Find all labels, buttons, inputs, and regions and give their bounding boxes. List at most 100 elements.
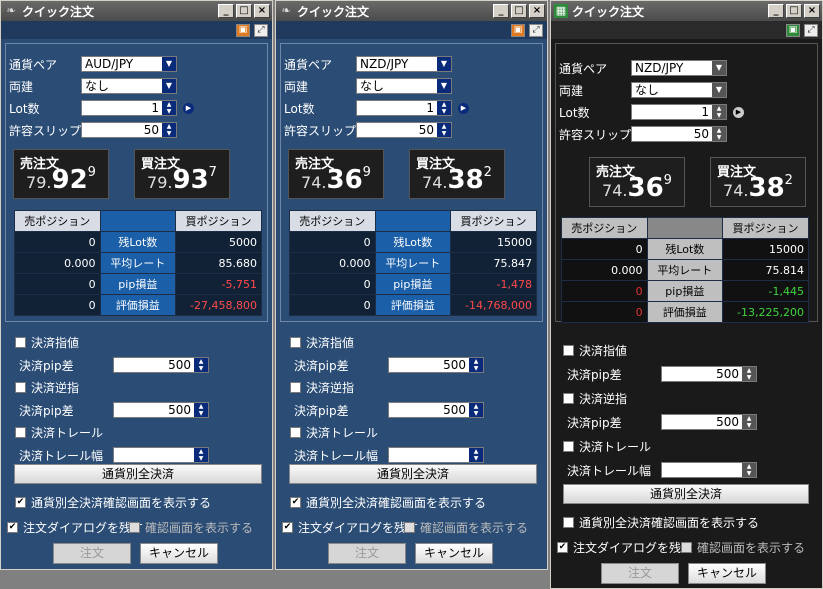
buy-order-button[interactable]: 買注文 79.937	[134, 149, 230, 199]
spinner-arrows-icon[interactable]: ▲ ▼	[194, 358, 208, 372]
dropdown-arrow-icon[interactable]: ▼	[437, 57, 451, 71]
trail-width-stepper[interactable]: ▲ ▼	[388, 447, 484, 463]
checkbox-box[interactable]	[404, 521, 415, 533]
spinner-arrows-icon[interactable]: ▲ ▼	[742, 367, 756, 381]
close-button[interactable]: ×	[804, 4, 820, 18]
play-icon[interactable]: ▶	[458, 102, 469, 114]
title-bar[interactable]: ❧ クイック注文 _ □ ×	[1, 1, 272, 21]
slippage-stepper[interactable]: 50 ▲ ▼	[631, 126, 727, 142]
checkbox-box[interactable]	[681, 541, 692, 553]
show-confirm-checkbox[interactable]: 確認画面を表示する	[681, 539, 805, 555]
checkbox-box[interactable]: ✔	[557, 541, 568, 553]
order-button[interactable]: 注文	[601, 563, 679, 584]
expand-icon[interactable]: ⤢	[529, 23, 543, 37]
buy-order-button[interactable]: 買注文 74.382	[710, 157, 806, 207]
stop-pip-stepper[interactable]: 500 ▲ ▼	[661, 414, 757, 430]
limit-order-checkbox[interactable]: 決済指値	[563, 342, 627, 358]
spinner-arrows-icon[interactable]: ▲ ▼	[712, 127, 726, 141]
checkbox-box[interactable]	[290, 426, 301, 438]
checkbox-box[interactable]	[129, 521, 140, 533]
slippage-stepper[interactable]: 50 ▲ ▼	[81, 122, 177, 138]
stop-order-checkbox[interactable]: 決済逆指	[15, 379, 79, 395]
show-closeall-confirm-checkbox[interactable]: 通貨別全決済確認画面を表示する	[563, 514, 759, 530]
trailing-stop-checkbox[interactable]: 決済トレール	[563, 438, 651, 454]
checkbox-box[interactable]	[15, 426, 26, 438]
expand-icon[interactable]: ⤢	[254, 23, 268, 37]
cancel-button[interactable]: キャンセル	[688, 563, 766, 584]
hedge-select[interactable]: なし ▼	[631, 82, 727, 98]
keep-dialog-checkbox[interactable]: ✔ 注文ダイアログを残す	[557, 539, 693, 555]
stop-pip-stepper[interactable]: 500 ▲ ▼	[113, 402, 209, 418]
checkbox-box[interactable]	[563, 516, 574, 528]
checkbox-box[interactable]: ✔	[15, 496, 26, 508]
restore-button[interactable]: □	[786, 4, 802, 18]
spinner-arrows-icon[interactable]: ▲ ▼	[194, 403, 208, 417]
pin-icon[interactable]: ▣	[236, 23, 250, 37]
title-bar[interactable]: ❧ クイック注文 _ □ ×	[276, 1, 547, 21]
checkbox-box[interactable]: ✔	[290, 496, 301, 508]
pin-icon[interactable]: ▣	[511, 23, 525, 37]
expand-icon[interactable]: ⤢	[804, 23, 818, 37]
close-button[interactable]: ×	[254, 4, 270, 18]
cancel-button[interactable]: キャンセル	[140, 543, 218, 564]
limit-pip-stepper[interactable]: 500 ▲ ▼	[113, 357, 209, 373]
dropdown-arrow-icon[interactable]: ▼	[437, 79, 451, 93]
stop-pip-stepper[interactable]: 500 ▲ ▼	[388, 402, 484, 418]
hedge-select[interactable]: なし ▼	[81, 78, 177, 94]
show-closeall-confirm-checkbox[interactable]: ✔ 通貨別全決済確認画面を表示する	[290, 494, 486, 510]
dropdown-arrow-icon[interactable]: ▼	[162, 79, 176, 93]
lot-count-stepper[interactable]: 1 ▲ ▼	[356, 100, 452, 116]
spinner-arrows-icon[interactable]: ▲ ▼	[742, 415, 756, 429]
checkbox-box[interactable]	[290, 336, 301, 348]
dropdown-arrow-icon[interactable]: ▼	[712, 83, 726, 97]
buy-order-button[interactable]: 買注文 74.382	[409, 149, 505, 199]
currency-pair-select[interactable]: NZD/JPY ▼	[631, 60, 727, 76]
slippage-stepper[interactable]: 50 ▲ ▼	[356, 122, 452, 138]
stop-order-checkbox[interactable]: 決済逆指	[290, 379, 354, 395]
checkbox-box[interactable]	[563, 344, 574, 356]
restore-button[interactable]: □	[236, 4, 252, 18]
dropdown-arrow-icon[interactable]: ▼	[712, 61, 726, 75]
lot-count-stepper[interactable]: 1 ▲ ▼	[81, 100, 177, 116]
spinner-arrows-icon[interactable]: ▲ ▼	[742, 463, 756, 477]
checkbox-box[interactable]	[563, 392, 574, 404]
cancel-button[interactable]: キャンセル	[415, 543, 493, 564]
close-all-button[interactable]: 通貨別全決済	[289, 464, 537, 484]
close-all-button[interactable]: 通貨別全決済	[14, 464, 262, 484]
limit-order-checkbox[interactable]: 決済指値	[15, 334, 79, 350]
keep-dialog-checkbox[interactable]: ✔ 注文ダイアログを残す	[7, 519, 143, 535]
lot-count-stepper[interactable]: 1 ▲ ▼	[631, 104, 727, 120]
minimize-button[interactable]: _	[493, 4, 509, 18]
checkbox-box[interactable]	[290, 381, 301, 393]
spinner-arrows-icon[interactable]: ▲ ▼	[162, 101, 176, 115]
restore-button[interactable]: □	[511, 4, 527, 18]
currency-pair-select[interactable]: NZD/JPY ▼	[356, 56, 452, 72]
currency-pair-select[interactable]: AUD/JPY ▼	[81, 56, 177, 72]
spinner-arrows-icon[interactable]: ▲ ▼	[437, 123, 451, 137]
sell-order-button[interactable]: 売注文 74.369	[589, 157, 685, 207]
checkbox-box[interactable]	[563, 440, 574, 452]
hedge-select[interactable]: なし ▼	[356, 78, 452, 94]
stop-order-checkbox[interactable]: 決済逆指	[563, 390, 627, 406]
trailing-stop-checkbox[interactable]: 決済トレール	[15, 424, 103, 440]
checkbox-box[interactable]: ✔	[282, 521, 293, 533]
sell-order-button[interactable]: 売注文 74.369	[288, 149, 384, 199]
spinner-arrows-icon[interactable]: ▲ ▼	[469, 403, 483, 417]
minimize-button[interactable]: _	[768, 4, 784, 18]
dropdown-arrow-icon[interactable]: ▼	[162, 57, 176, 71]
close-all-button[interactable]: 通貨別全決済	[563, 484, 809, 504]
title-bar[interactable]: ▦ クイック注文 _ □ ×	[551, 1, 822, 21]
sell-order-button[interactable]: 売注文 79.929	[13, 149, 109, 199]
order-button[interactable]: 注文	[328, 543, 406, 564]
limit-pip-stepper[interactable]: 500 ▲ ▼	[388, 357, 484, 373]
spinner-arrows-icon[interactable]: ▲ ▼	[194, 448, 208, 462]
spinner-arrows-icon[interactable]: ▲ ▼	[469, 358, 483, 372]
play-icon[interactable]: ▶	[183, 102, 194, 114]
spinner-arrows-icon[interactable]: ▲ ▼	[162, 123, 176, 137]
close-button[interactable]: ×	[529, 4, 545, 18]
show-closeall-confirm-checkbox[interactable]: ✔ 通貨別全決済確認画面を表示する	[15, 494, 211, 510]
spinner-arrows-icon[interactable]: ▲ ▼	[437, 101, 451, 115]
checkbox-box[interactable]: ✔	[7, 521, 18, 533]
spinner-arrows-icon[interactable]: ▲ ▼	[712, 105, 726, 119]
checkbox-box[interactable]	[15, 381, 26, 393]
